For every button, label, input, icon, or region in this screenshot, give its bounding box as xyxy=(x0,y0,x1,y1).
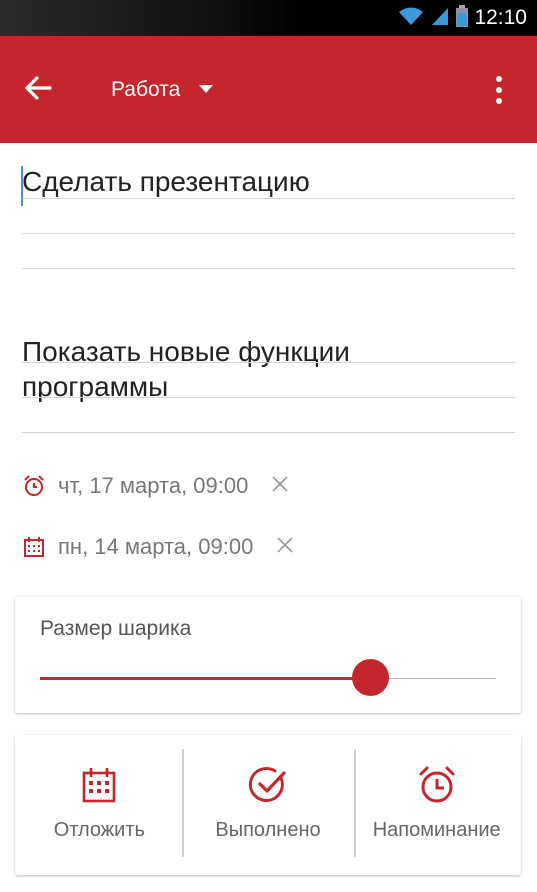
task-note-input[interactable]: Показать новые функции программы xyxy=(22,334,502,404)
clear-due-date-button[interactable] xyxy=(275,536,295,559)
done-label: Выполнено xyxy=(215,819,321,841)
more-vert-icon-dot xyxy=(496,98,502,104)
note-line xyxy=(22,397,515,398)
note-line xyxy=(22,362,515,363)
more-vert-icon-dot xyxy=(496,87,502,93)
bubble-size-slider-thumb[interactable] xyxy=(352,659,389,696)
close-icon xyxy=(276,536,294,559)
status-icons: 12:10 xyxy=(398,0,527,36)
task-title-input[interactable]: Сделать презентацию xyxy=(22,166,310,198)
note-line xyxy=(22,432,515,433)
signal-icon xyxy=(430,6,450,31)
due-date-row[interactable]: пн, 14 марта, 09:00 xyxy=(22,532,295,562)
slider-track-active[interactable] xyxy=(40,677,370,680)
status-time: 12:10 xyxy=(474,6,527,29)
actions-card: Отложить Выполнено Напоминание xyxy=(15,735,521,875)
reminder-button[interactable]: Напоминание xyxy=(352,735,521,875)
postpone-label: Отложить xyxy=(53,819,145,841)
bubble-size-label: Размер шарика xyxy=(40,617,192,640)
dropdown-triangle-icon xyxy=(198,81,214,99)
field-line xyxy=(22,268,515,269)
calendar-icon xyxy=(79,765,119,805)
field-line xyxy=(22,233,515,234)
done-button[interactable]: Выполнено xyxy=(184,735,353,875)
alarm-clock-icon xyxy=(22,474,46,498)
title-underline xyxy=(22,198,515,199)
due-date-text: пн, 14 марта, 09:00 xyxy=(58,534,254,559)
back-arrow-icon xyxy=(24,75,52,106)
status-bar-background xyxy=(0,0,300,36)
wifi-icon xyxy=(398,6,424,31)
more-vert-icon-dot xyxy=(496,76,502,82)
check-circle-icon xyxy=(248,765,288,805)
battery-icon xyxy=(456,4,469,32)
postpone-button[interactable]: Отложить xyxy=(15,735,184,875)
toolbar: Работа xyxy=(0,36,537,143)
alarm-clock-icon xyxy=(417,765,457,805)
category-label: Работа xyxy=(111,78,181,101)
calendar-icon xyxy=(22,535,46,559)
back-button[interactable] xyxy=(18,70,58,110)
bubble-size-card: Размер шарика xyxy=(15,597,521,713)
reminder-date-text: чт, 17 марта, 09:00 xyxy=(58,473,249,498)
reminder-date-row[interactable]: чт, 17 марта, 09:00 xyxy=(22,471,290,501)
more-options-button[interactable] xyxy=(487,72,511,108)
category-dropdown[interactable]: Работа xyxy=(111,72,214,108)
clear-reminder-button[interactable] xyxy=(270,475,290,498)
reminder-label: Напоминание xyxy=(372,819,501,841)
close-icon xyxy=(271,475,289,498)
status-bar: 12:10 xyxy=(0,0,537,36)
